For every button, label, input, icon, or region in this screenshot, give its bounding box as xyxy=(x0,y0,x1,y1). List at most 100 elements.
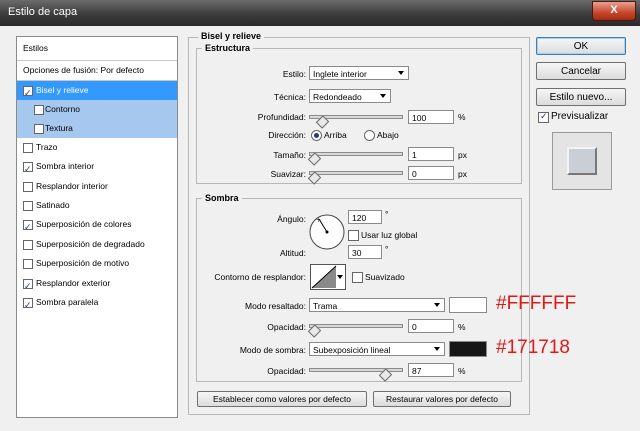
shadow-color-swatch[interactable] xyxy=(449,341,487,357)
antialiased-checkbox[interactable] xyxy=(352,272,363,283)
altitude-input[interactable]: 30 xyxy=(348,245,382,259)
checkbox-stroke[interactable] xyxy=(23,143,33,153)
checkbox-contour[interactable] xyxy=(34,105,44,115)
shadow-mode-select[interactable]: Subexposición lineal xyxy=(309,342,445,356)
chevron-down-icon xyxy=(434,347,440,351)
highlight-mode-label: Modo resaltado: xyxy=(245,301,306,311)
checkbox-satin[interactable] xyxy=(23,201,33,211)
gloss-contour-picker[interactable] xyxy=(310,264,346,290)
styles-header-label: Estilos xyxy=(23,43,49,53)
direction-up-radio[interactable] xyxy=(311,130,322,141)
highlight-mode-value: Trama xyxy=(313,301,338,311)
make-default-button[interactable]: Establecer como valores por defecto xyxy=(197,391,367,407)
soften-unit: px xyxy=(458,169,467,179)
ok-button[interactable]: OK xyxy=(536,37,626,55)
list-item-inner-glow[interactable]: Resplandor interior xyxy=(17,177,177,196)
new-style-button[interactable]: Estilo nuevo... xyxy=(536,88,626,106)
depth-input[interactable]: 100 xyxy=(408,110,454,124)
list-item-texture[interactable]: Textura xyxy=(17,119,177,138)
list-item-label: Superposición de motivo xyxy=(36,258,130,268)
title-bar[interactable]: Estilo de capa X xyxy=(0,0,640,26)
soften-input[interactable]: 0 xyxy=(408,166,454,180)
blending-options-label: Opciones de fusión: Por defecto xyxy=(23,65,144,75)
list-item-outer-glow[interactable]: Resplandor exterior xyxy=(17,274,177,296)
highlight-opacity-input[interactable]: 0 xyxy=(408,319,454,333)
list-item-pattern-overlay[interactable]: Superposición de motivo xyxy=(17,254,177,273)
direction-up-label: Arriba xyxy=(324,130,347,140)
depth-unit: % xyxy=(458,112,466,122)
list-item-gradient-overlay[interactable]: Superposición de degradado xyxy=(17,235,177,254)
shadow-opacity-input[interactable]: 87 xyxy=(408,363,454,377)
checkbox-drop-shadow[interactable] xyxy=(23,296,33,315)
highlight-opacity-unit: % xyxy=(458,322,466,332)
list-item-label: Satinado xyxy=(36,200,70,210)
window-title: Estilo de capa xyxy=(8,6,78,18)
soften-slider-track[interactable] xyxy=(309,171,403,175)
global-light-label: Usar luz global xyxy=(361,230,418,240)
list-item-label: Resplandor interior xyxy=(36,181,108,191)
highlight-opacity-label: Opacidad: xyxy=(267,322,306,332)
altitude-label: Altitud: xyxy=(280,248,306,258)
highlight-color-swatch[interactable] xyxy=(449,297,487,313)
preview-swatch xyxy=(567,147,597,175)
bevel-emboss-title: Bisel y relieve xyxy=(198,31,265,41)
checkbox-inner-shadow[interactable] xyxy=(23,160,33,179)
checkbox-color-overlay[interactable] xyxy=(23,218,33,237)
list-item-inner-shadow[interactable]: Sombra interior xyxy=(17,157,177,179)
direction-down-radio[interactable] xyxy=(364,130,375,141)
layer-style-dialog: Estilo de capa X Estilos Opciones de fus… xyxy=(0,0,640,431)
checkbox-gradient-overlay[interactable] xyxy=(23,240,33,250)
preview-checkbox[interactable] xyxy=(538,111,549,123)
list-item-bevel-emboss[interactable]: Bisel y relieve xyxy=(17,81,177,103)
gloss-contour-label: Contorno de resplandor: xyxy=(214,272,306,282)
angle-dial[interactable]: + xyxy=(308,213,346,251)
checkbox-pattern-overlay[interactable] xyxy=(23,259,33,269)
list-item-satin[interactable]: Satinado xyxy=(17,196,177,215)
size-input[interactable]: 1 xyxy=(408,147,454,161)
angle-input[interactable]: 120 xyxy=(348,210,382,224)
list-item-color-overlay[interactable]: Superposición de colores xyxy=(17,215,177,237)
altitude-unit: ° xyxy=(385,244,389,254)
chevron-down-icon xyxy=(337,275,343,279)
list-item-label: Trazo xyxy=(36,142,58,152)
list-item-label: Textura xyxy=(45,123,73,133)
list-item-drop-shadow[interactable]: Sombra paralela xyxy=(17,293,177,315)
shadow-hex-annotation: #171718 xyxy=(496,337,570,358)
list-item-stroke[interactable]: Trazo xyxy=(17,138,177,157)
blending-options-item[interactable]: Opciones de fusión: Por defecto xyxy=(17,61,177,80)
technique-select-value: Redondeado xyxy=(313,92,362,102)
highlight-mode-select[interactable]: Trama xyxy=(309,298,445,312)
list-item-contour[interactable]: Contorno xyxy=(17,100,177,119)
size-label: Tamaño: xyxy=(273,150,306,160)
direction-down-label: Abajo xyxy=(377,130,399,140)
chevron-down-icon xyxy=(434,303,440,307)
technique-select[interactable]: Redondeado xyxy=(309,89,391,103)
antialiased-label: Suavizado xyxy=(365,272,405,282)
checkbox-inner-glow[interactable] xyxy=(23,182,33,192)
styles-header[interactable]: Estilos xyxy=(17,39,177,58)
shadow-mode-label: Modo de sombra: xyxy=(239,345,306,355)
checkbox-bevel-emboss[interactable] xyxy=(23,84,33,103)
shadow-opacity-unit: % xyxy=(458,366,466,376)
technique-label: Técnica: xyxy=(273,92,306,102)
style-select[interactable]: Inglete interior xyxy=(309,66,409,80)
size-unit: px xyxy=(458,150,467,160)
angle-label: Ángulo: xyxy=(277,214,306,224)
cancel-button[interactable]: Cancelar xyxy=(536,62,626,80)
svg-text:+: + xyxy=(316,217,321,224)
style-select-value: Inglete interior xyxy=(313,69,367,79)
chevron-down-icon xyxy=(398,71,404,75)
shadow-mode-value: Subexposición lineal xyxy=(313,345,391,355)
close-button[interactable]: X xyxy=(592,1,636,21)
list-item-label: Bisel y relieve xyxy=(36,85,89,95)
size-slider-track[interactable] xyxy=(309,152,403,156)
highlight-opacity-track[interactable] xyxy=(309,324,403,328)
list-item-label: Sombra interior xyxy=(36,161,95,171)
depth-label: Profundidad: xyxy=(257,112,306,122)
highlight-hex-annotation: #FFFFFF xyxy=(496,293,577,314)
reset-default-button[interactable]: Restaurar valores por defecto xyxy=(373,391,511,407)
global-light-checkbox[interactable] xyxy=(348,230,359,241)
checkbox-outer-glow[interactable] xyxy=(23,277,33,296)
list-item-label: Sombra paralela xyxy=(36,297,99,307)
checkbox-texture[interactable] xyxy=(34,124,44,134)
